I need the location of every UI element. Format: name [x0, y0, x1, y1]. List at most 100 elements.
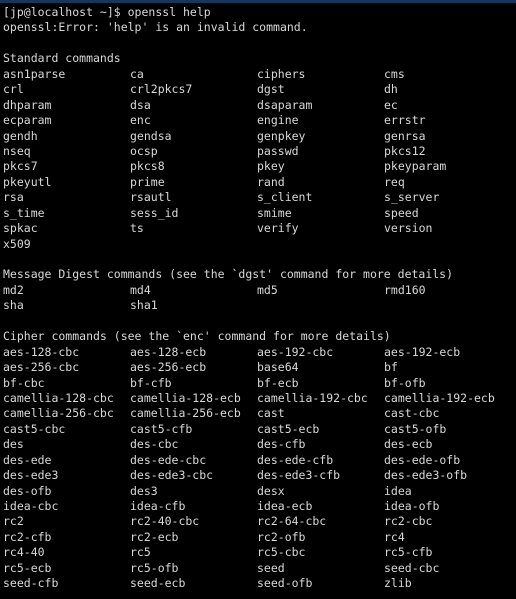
command-name: version — [384, 221, 433, 236]
command-name: genpkey — [257, 128, 306, 143]
command-name: idea-ecb — [257, 499, 313, 513]
command-name: rmd160 — [384, 282, 426, 297]
command-name: pkeyutl — [3, 174, 52, 189]
command-name: rc5-cbc — [257, 545, 306, 560]
command-name: dsa — [130, 97, 151, 112]
command-name: md2 — [3, 282, 24, 297]
command-name: s_server — [384, 190, 440, 205]
command-name: des-cfb — [257, 437, 306, 452]
command-name: errstr — [384, 113, 426, 128]
section-heading: Standard commands — [3, 51, 121, 66]
command-name: cast5-cbc — [3, 421, 66, 436]
command-name: rc2-cfb — [3, 529, 52, 544]
command-name: gendsa — [130, 128, 172, 143]
command-name: verify — [257, 221, 299, 236]
command-name: base64 — [257, 360, 299, 375]
command-name: engine — [257, 113, 299, 128]
command-name: seed-ecb — [130, 576, 186, 591]
command-name: des-ede-ofb — [384, 452, 461, 467]
command-name: aes-256-ecb — [130, 360, 207, 375]
command-name: des-ede — [3, 452, 52, 467]
command-name: pkcs8 — [130, 159, 165, 174]
command-name: sha — [3, 298, 24, 313]
command-name: nseq — [3, 143, 31, 158]
command-name: genrsa — [384, 128, 426, 143]
command-row: rc4-40 rc5 rc5-cbc rc5-cfb — [3, 545, 516, 560]
command-name: aes-256-cbc — [3, 360, 80, 375]
command-name: camellia-192-cbc — [257, 390, 368, 405]
command-name: ec — [384, 97, 398, 112]
command-name: sha1 — [130, 298, 158, 313]
terminal-screen[interactable]: [jp@localhost ~]$ openssl help openssl:E… — [0, 3, 516, 599]
command-row: cast5-cbc cast5-cfb cast5-ecb cast5-ofb — [3, 422, 516, 437]
command-name: rc2-ecb — [130, 529, 179, 544]
section-heading: Cipher commands (see the `enc' command f… — [3, 329, 391, 344]
command-row: rc2-cfb rc2-ecb rc2-ofb rc4 — [3, 530, 516, 545]
command-name: md5 — [257, 282, 278, 297]
command-name: req — [384, 174, 405, 189]
error-output-line: openssl:Error: 'help' is an invalid comm… — [3, 20, 308, 35]
terminal-window[interactable]: [jp@localhost ~]$ openssl help openssl:E… — [0, 0, 516, 599]
command-name: rc4-40 — [3, 545, 45, 560]
command-name: aes-128-cbc — [3, 344, 80, 359]
command-row: gendh gendsa genpkey genrsa — [3, 129, 516, 144]
command-row: camellia-256-cbc camellia-256-ecb cast cast… — [3, 406, 516, 421]
command-name: cast5-ecb — [257, 421, 320, 436]
command-row: ecparam enc engine errstr — [3, 113, 516, 128]
command-name: idea — [384, 483, 412, 498]
command-name: seed — [257, 560, 285, 575]
command-name: desx — [257, 483, 285, 498]
command-name: des — [3, 437, 24, 452]
command-row: s_time sess_id smime speed — [3, 206, 516, 221]
command-name: cast5-ofb — [384, 421, 447, 436]
command-name: cms — [384, 66, 405, 81]
command-name: rc5-ofb — [130, 560, 179, 575]
command-name: seed-ofb — [257, 576, 313, 591]
command-name: prime — [130, 174, 165, 189]
command-name: bf-ofb — [384, 375, 426, 390]
command-name: dgst — [257, 82, 285, 97]
command-row: des-ofb des3 desx idea — [3, 484, 516, 499]
command-name: camellia-256-ecb — [130, 406, 241, 421]
command-name: bf-cbc — [3, 375, 45, 390]
command-name: des-cbc — [130, 437, 179, 452]
command-name: pkey — [257, 159, 285, 174]
command-name: des-ede3 — [3, 468, 59, 483]
command-name: des-ofb — [3, 483, 52, 498]
command-name: dhparam — [3, 97, 52, 112]
command-name: rc2-64-cbc — [257, 514, 327, 529]
command-name: dh — [384, 82, 398, 97]
command-row: rsa rsautl s_client s_server — [3, 190, 516, 205]
command-name: dsaparam — [257, 97, 313, 112]
command-prompt-line: [jp@localhost ~]$ openssl help — [3, 5, 211, 19]
command-name: cast — [257, 406, 285, 421]
command-row: dhparam dsa dsaparam ec — [3, 98, 516, 113]
command-name: smime — [257, 205, 292, 220]
command-row: des des-cbc des-cfb des-ecb — [3, 437, 516, 452]
command-name: rc5-cfb — [384, 545, 433, 560]
command-name: rsa — [3, 190, 24, 205]
command-name: cast5-cfb — [130, 421, 193, 436]
command-name: speed — [384, 205, 419, 220]
command-name: des-ede-cbc — [130, 452, 207, 467]
command-name: rand — [257, 174, 285, 189]
command-name: idea-cfb — [130, 499, 186, 513]
command-name: seed-cbc — [384, 560, 440, 575]
command-row: rc2 rc2-40-cbc rc2-64-cbc rc2-cbc — [3, 514, 516, 529]
command-row: des-ede des-ede-cbc des-ede-cfb des-ede-ofb — [3, 453, 516, 468]
command-name: spkac — [3, 221, 38, 236]
command-name: crl — [3, 82, 24, 97]
command-row: aes-256-cbc aes-256-ecb base64 bf — [3, 360, 516, 375]
command-name: seed-cfb — [3, 576, 59, 591]
command-row: idea-cbc idea-cfb idea-ecb idea-ofb — [3, 499, 516, 514]
command-row: seed-cfb seed-ecb seed-ofb zlib — [3, 576, 516, 591]
command-name: ocsp — [130, 143, 158, 158]
command-name: bf-cfb — [130, 375, 172, 390]
command-name: passwd — [257, 143, 299, 158]
command-row: aes-128-cbc aes-128-ecb aes-192-cbc aes-192… — [3, 345, 516, 360]
command-name: aes-192-cbc — [257, 344, 334, 359]
command-name: s_time — [3, 205, 45, 220]
